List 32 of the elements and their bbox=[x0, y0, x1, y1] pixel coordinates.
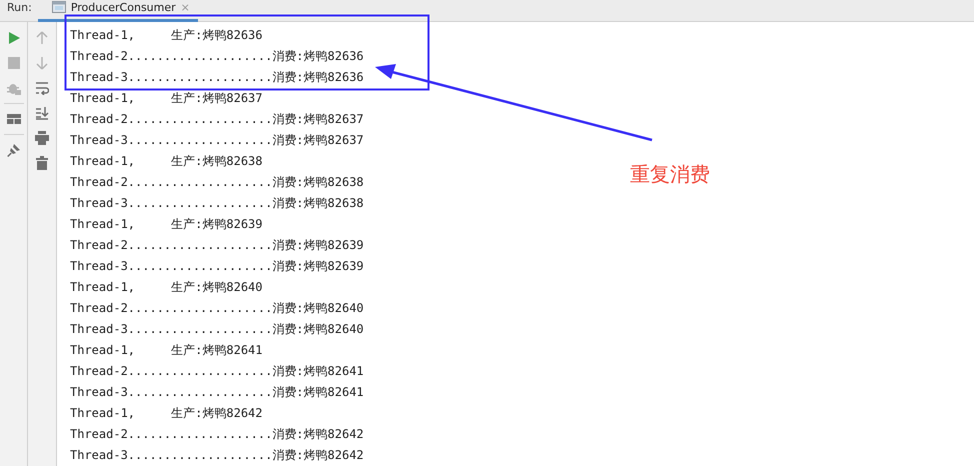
console-line: Thread-3....................消费:烤鸭82638 bbox=[70, 195, 364, 212]
console-line: Thread-1, 生产:烤鸭82640 bbox=[70, 279, 264, 296]
wrap-icon[interactable] bbox=[35, 81, 49, 95]
console-tab[interactable]: ProducerConsumer × bbox=[38, 0, 198, 22]
console-line: Thread-1, 生产:烤鸭82639 bbox=[70, 216, 264, 233]
pin-icon[interactable] bbox=[6, 143, 20, 157]
run-label: Run: bbox=[6, 0, 33, 14]
console-line: Thread-1, 生产:烤鸭82637 bbox=[70, 90, 264, 107]
console-line: Thread-1, 生产:烤鸭82636 bbox=[70, 27, 264, 44]
console-line: Thread-2....................消费:烤鸭82636 bbox=[70, 48, 364, 65]
console-line: Thread-2....................消费:烤鸭82641 bbox=[70, 363, 364, 380]
console-line: Thread-3....................消费:烤鸭82641 bbox=[70, 384, 364, 401]
trash-icon[interactable] bbox=[35, 156, 49, 170]
console-line: Thread-3....................消费:烤鸭82639 bbox=[70, 258, 364, 275]
console-line: Thread-3....................消费:烤鸭82637 bbox=[70, 132, 364, 149]
console-line: Thread-1, 生产:烤鸭82642 bbox=[70, 405, 264, 422]
console-line: Thread-3....................消费:烤鸭82642 bbox=[70, 447, 364, 464]
console-line: Thread-1, 生产:烤鸭82641 bbox=[70, 342, 264, 359]
console-line: Thread-2....................消费:烤鸭82637 bbox=[70, 111, 364, 128]
console-line: Thread-2....................消费:烤鸭82639 bbox=[70, 237, 364, 254]
console-line: Thread-3....................消费:烤鸭82636 bbox=[70, 69, 364, 86]
console-line: Thread-1, 生产:烤鸭82638 bbox=[70, 153, 264, 170]
annotation-label: 重复消费 bbox=[630, 161, 710, 188]
window-icon bbox=[52, 1, 66, 13]
console-line: Thread-2....................消费:烤鸭82642 bbox=[70, 426, 364, 443]
run-icon[interactable] bbox=[6, 31, 20, 45]
console-line: Thread-2....................消费:烤鸭82640 bbox=[70, 300, 364, 317]
console-line: Thread-3....................消费:烤鸭82640 bbox=[70, 321, 364, 338]
console-line: Thread-2....................消费:烤鸭82638 bbox=[70, 174, 364, 191]
scroll-to-end-icon[interactable] bbox=[35, 106, 49, 120]
layout-icon[interactable] bbox=[6, 112, 20, 126]
print-icon[interactable] bbox=[35, 131, 49, 145]
